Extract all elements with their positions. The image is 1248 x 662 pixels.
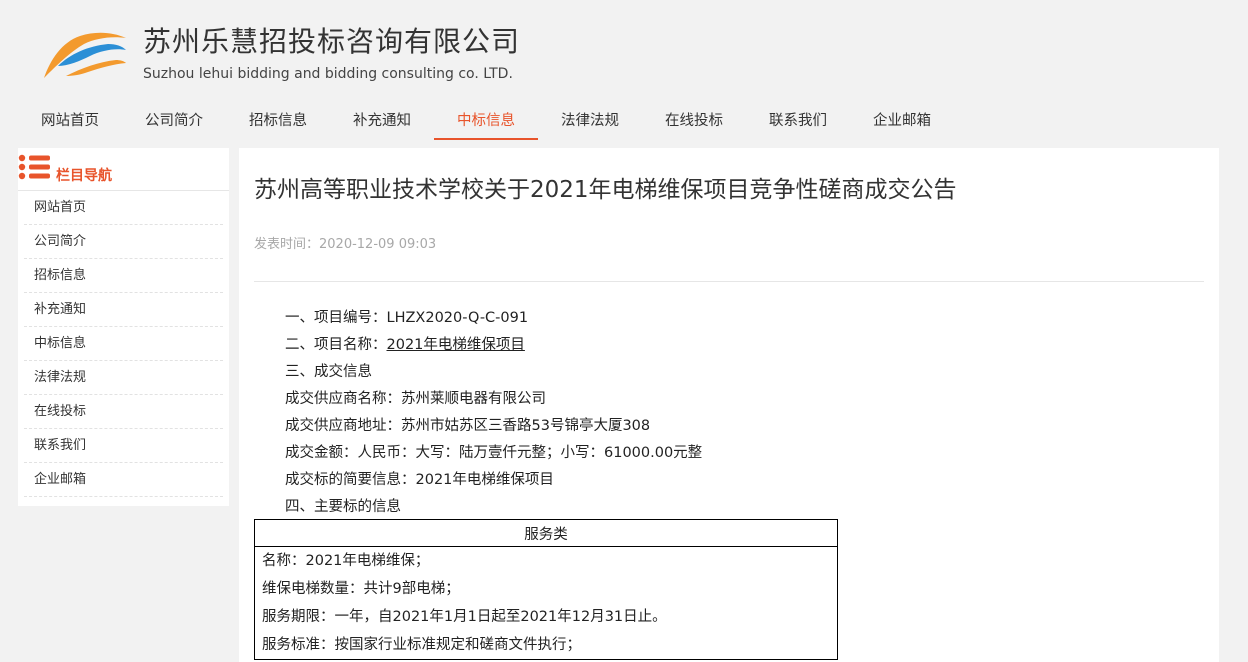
sidebar-item-contact[interactable]: 联系我们 [24,429,223,463]
list-icon [18,154,50,180]
sidebar-item-home[interactable]: 网站首页 [24,191,223,225]
table-row: 服务标准：按国家行业标准规定和磋商文件执行； [262,637,581,653]
sidebar-item-award-info[interactable]: 中标信息 [24,327,223,361]
nav-item-home[interactable]: 网站首页 [18,104,122,138]
nav-item-award-info[interactable]: 中标信息 [434,104,538,140]
table-row: 维保电梯数量：共计9部电梯； [262,581,460,597]
nav-item-email[interactable]: 企业邮箱 [850,104,954,138]
sidebar-list: 网站首页 公司简介 招标信息 补充通知 中标信息 法律法规 在线投标 联系我们 … [18,191,229,497]
deal-info-heading: 三、成交信息 [285,364,372,380]
company-name-en: Suzhou lehui bidding and bidding consult… [143,66,513,82]
company-name-cn: 苏州乐慧招投标咨询有限公司 [143,25,521,58]
sidebar-item-email[interactable]: 企业邮箱 [24,463,223,497]
sidebar-title: 栏目导航 [56,168,112,184]
project-number-line: 一、项目编号：LHZX2020-Q-C-091 [285,310,529,326]
divider [254,281,1204,282]
table-body-cell: 名称：2021年电梯维保； 维保电梯数量：共计9部电梯； 服务期限：一年，自20… [254,546,838,660]
site-header: 苏州乐慧招投标咨询有限公司 Suzhou lehui bidding and b… [0,0,1248,100]
deal-brief-line: 成交标的简要信息：2021年电梯维保项目 [285,472,554,488]
nav-item-contact[interactable]: 联系我们 [746,104,850,138]
publish-time: 发表时间：2020-12-09 09:03 [254,233,436,252]
project-name-line: 二、项目名称：2021年电梯维保项目 [285,332,702,359]
nav-item-tender-info[interactable]: 招标信息 [226,104,330,138]
article-panel: 苏州高等职业技术学校关于2021年电梯维保项目竞争性磋商成交公告 发表时间：20… [239,148,1219,662]
table-header-cell: 服务类 [254,519,838,547]
table-row: 服务期限：一年，自2021年1月1日起至2021年12月31日止。 [262,609,667,625]
article-title: 苏州高等职业技术学校关于2021年电梯维保项目竞争性磋商成交公告 [254,177,957,203]
sidebar-item-tender-info[interactable]: 招标信息 [24,259,223,293]
service-table: 服务类 名称：2021年电梯维保； 维保电梯数量：共计9部电梯； 服务期限：一年… [254,519,838,660]
nav-item-laws[interactable]: 法律法规 [538,104,642,138]
supplier-name-line: 成交供应商名称：苏州莱顺电器有限公司 [285,391,546,407]
sidebar-item-about[interactable]: 公司简介 [24,225,223,259]
sidebar-item-online-bid[interactable]: 在线投标 [24,395,223,429]
table-body-row: 名称：2021年电梯维保； 维保电梯数量：共计9部电梯； 服务期限：一年，自20… [254,546,838,660]
nav-item-supplement[interactable]: 补充通知 [330,104,434,138]
supplier-address-line: 成交供应商地址：苏州市姑苏区三香路53号锦亭大厦308 [285,418,651,434]
main-nav: 网站首页 公司简介 招标信息 补充通知 中标信息 法律法规 在线投标 联系我们 … [18,104,954,140]
sidebar-item-supplement[interactable]: 补充通知 [24,293,223,327]
project-name-label: 二、项目名称： [285,337,387,353]
publish-time-value: 2020-12-09 09:03 [319,237,437,252]
deal-amount-line: 成交金额：人民币：大写：陆万壹仟元整；小写：61000.00元整 [285,445,703,461]
company-logo[interactable] [36,28,128,80]
publish-label: 发表时间： [254,237,320,252]
main-subject-heading: 四、主要标的信息 [285,499,401,515]
sidebar-header: 栏目导航 [18,148,229,191]
nav-item-about[interactable]: 公司简介 [122,104,226,138]
sidebar: 栏目导航 网站首页 公司简介 招标信息 补充通知 中标信息 法律法规 在线投标 … [18,148,229,506]
project-name-value: 2021年电梯维保项目 [386,337,525,353]
nav-item-online-bid[interactable]: 在线投标 [642,104,746,138]
article-body: 一、项目编号：LHZX2020-Q-C-091 二、项目名称：2021年电梯维保… [285,305,702,521]
sidebar-item-laws[interactable]: 法律法规 [24,361,223,395]
table-row: 名称：2021年电梯维保； [262,553,430,569]
table-header-row: 服务类 [254,519,838,547]
